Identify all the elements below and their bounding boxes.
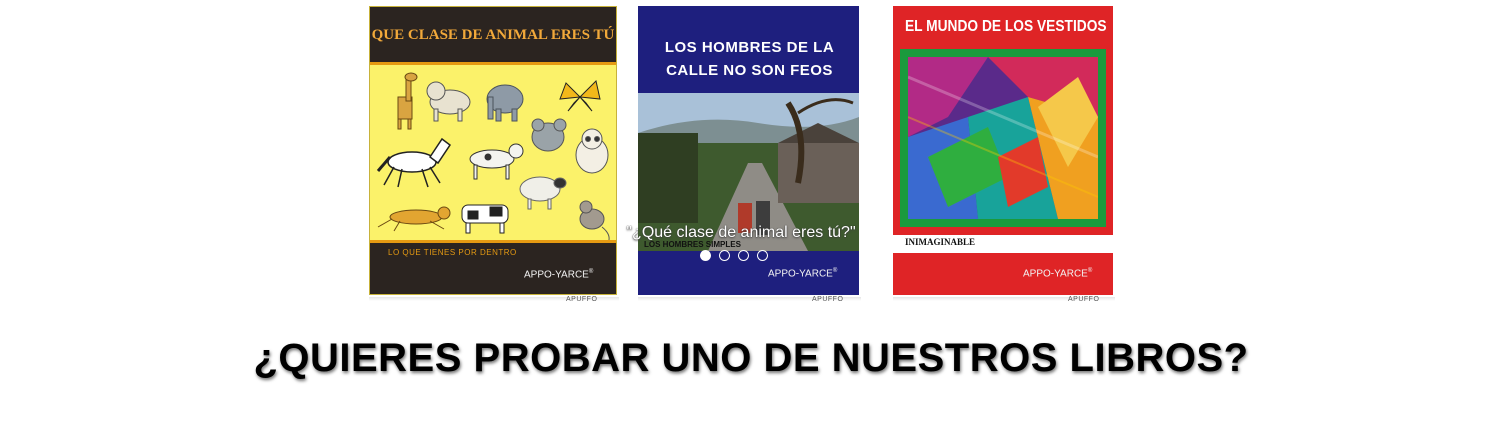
carousel-dot-1[interactable]	[700, 250, 711, 261]
cover-edge-text: APUFFO	[566, 296, 598, 303]
carousel-pagination	[700, 250, 768, 261]
book-title: EL MUNDO DE LOS VESTIDOS	[905, 18, 1107, 35]
book-cover-vestidos[interactable]: EL MUNDO DE LOS VESTIDOS INIMAGINABLE AP…	[893, 6, 1113, 295]
book-title: QUE CLASE DE ANIMAL ERES TÚ	[371, 27, 615, 43]
book-subtitle: INIMAGINABLE	[905, 237, 976, 247]
cover-edge-text: APUFFO	[812, 296, 844, 303]
fabric-photo	[908, 57, 1098, 219]
book-title: LOS HOMBRES DE LA CALLE NO SON FEOS	[664, 39, 835, 79]
book-cover-animal[interactable]: QUE CLASE DE ANIMAL ERES TÚ LO QUE TIENE…	[369, 6, 617, 295]
publisher-label: APPO-YARCE®	[524, 269, 594, 281]
carousel-dot-2[interactable]	[719, 250, 730, 261]
carousel-caption: "¿Qué clase de animal eres tú?"	[626, 224, 856, 241]
publisher-label: APPO-YARCE®	[1023, 268, 1093, 280]
page-headline: ¿QUIERES PROBAR UNO DE NUESTROS LIBROS?	[253, 336, 1249, 380]
animals-illustration	[376, 72, 610, 244]
book-subtitle: LO QUE TIENES POR DENTRO	[388, 248, 517, 257]
publisher-label: APPO-YARCE®	[768, 268, 838, 280]
carousel-dot-4[interactable]	[757, 250, 768, 261]
carousel-dot-3[interactable]	[738, 250, 749, 261]
cover-edge-text: APUFFO	[1068, 296, 1100, 303]
